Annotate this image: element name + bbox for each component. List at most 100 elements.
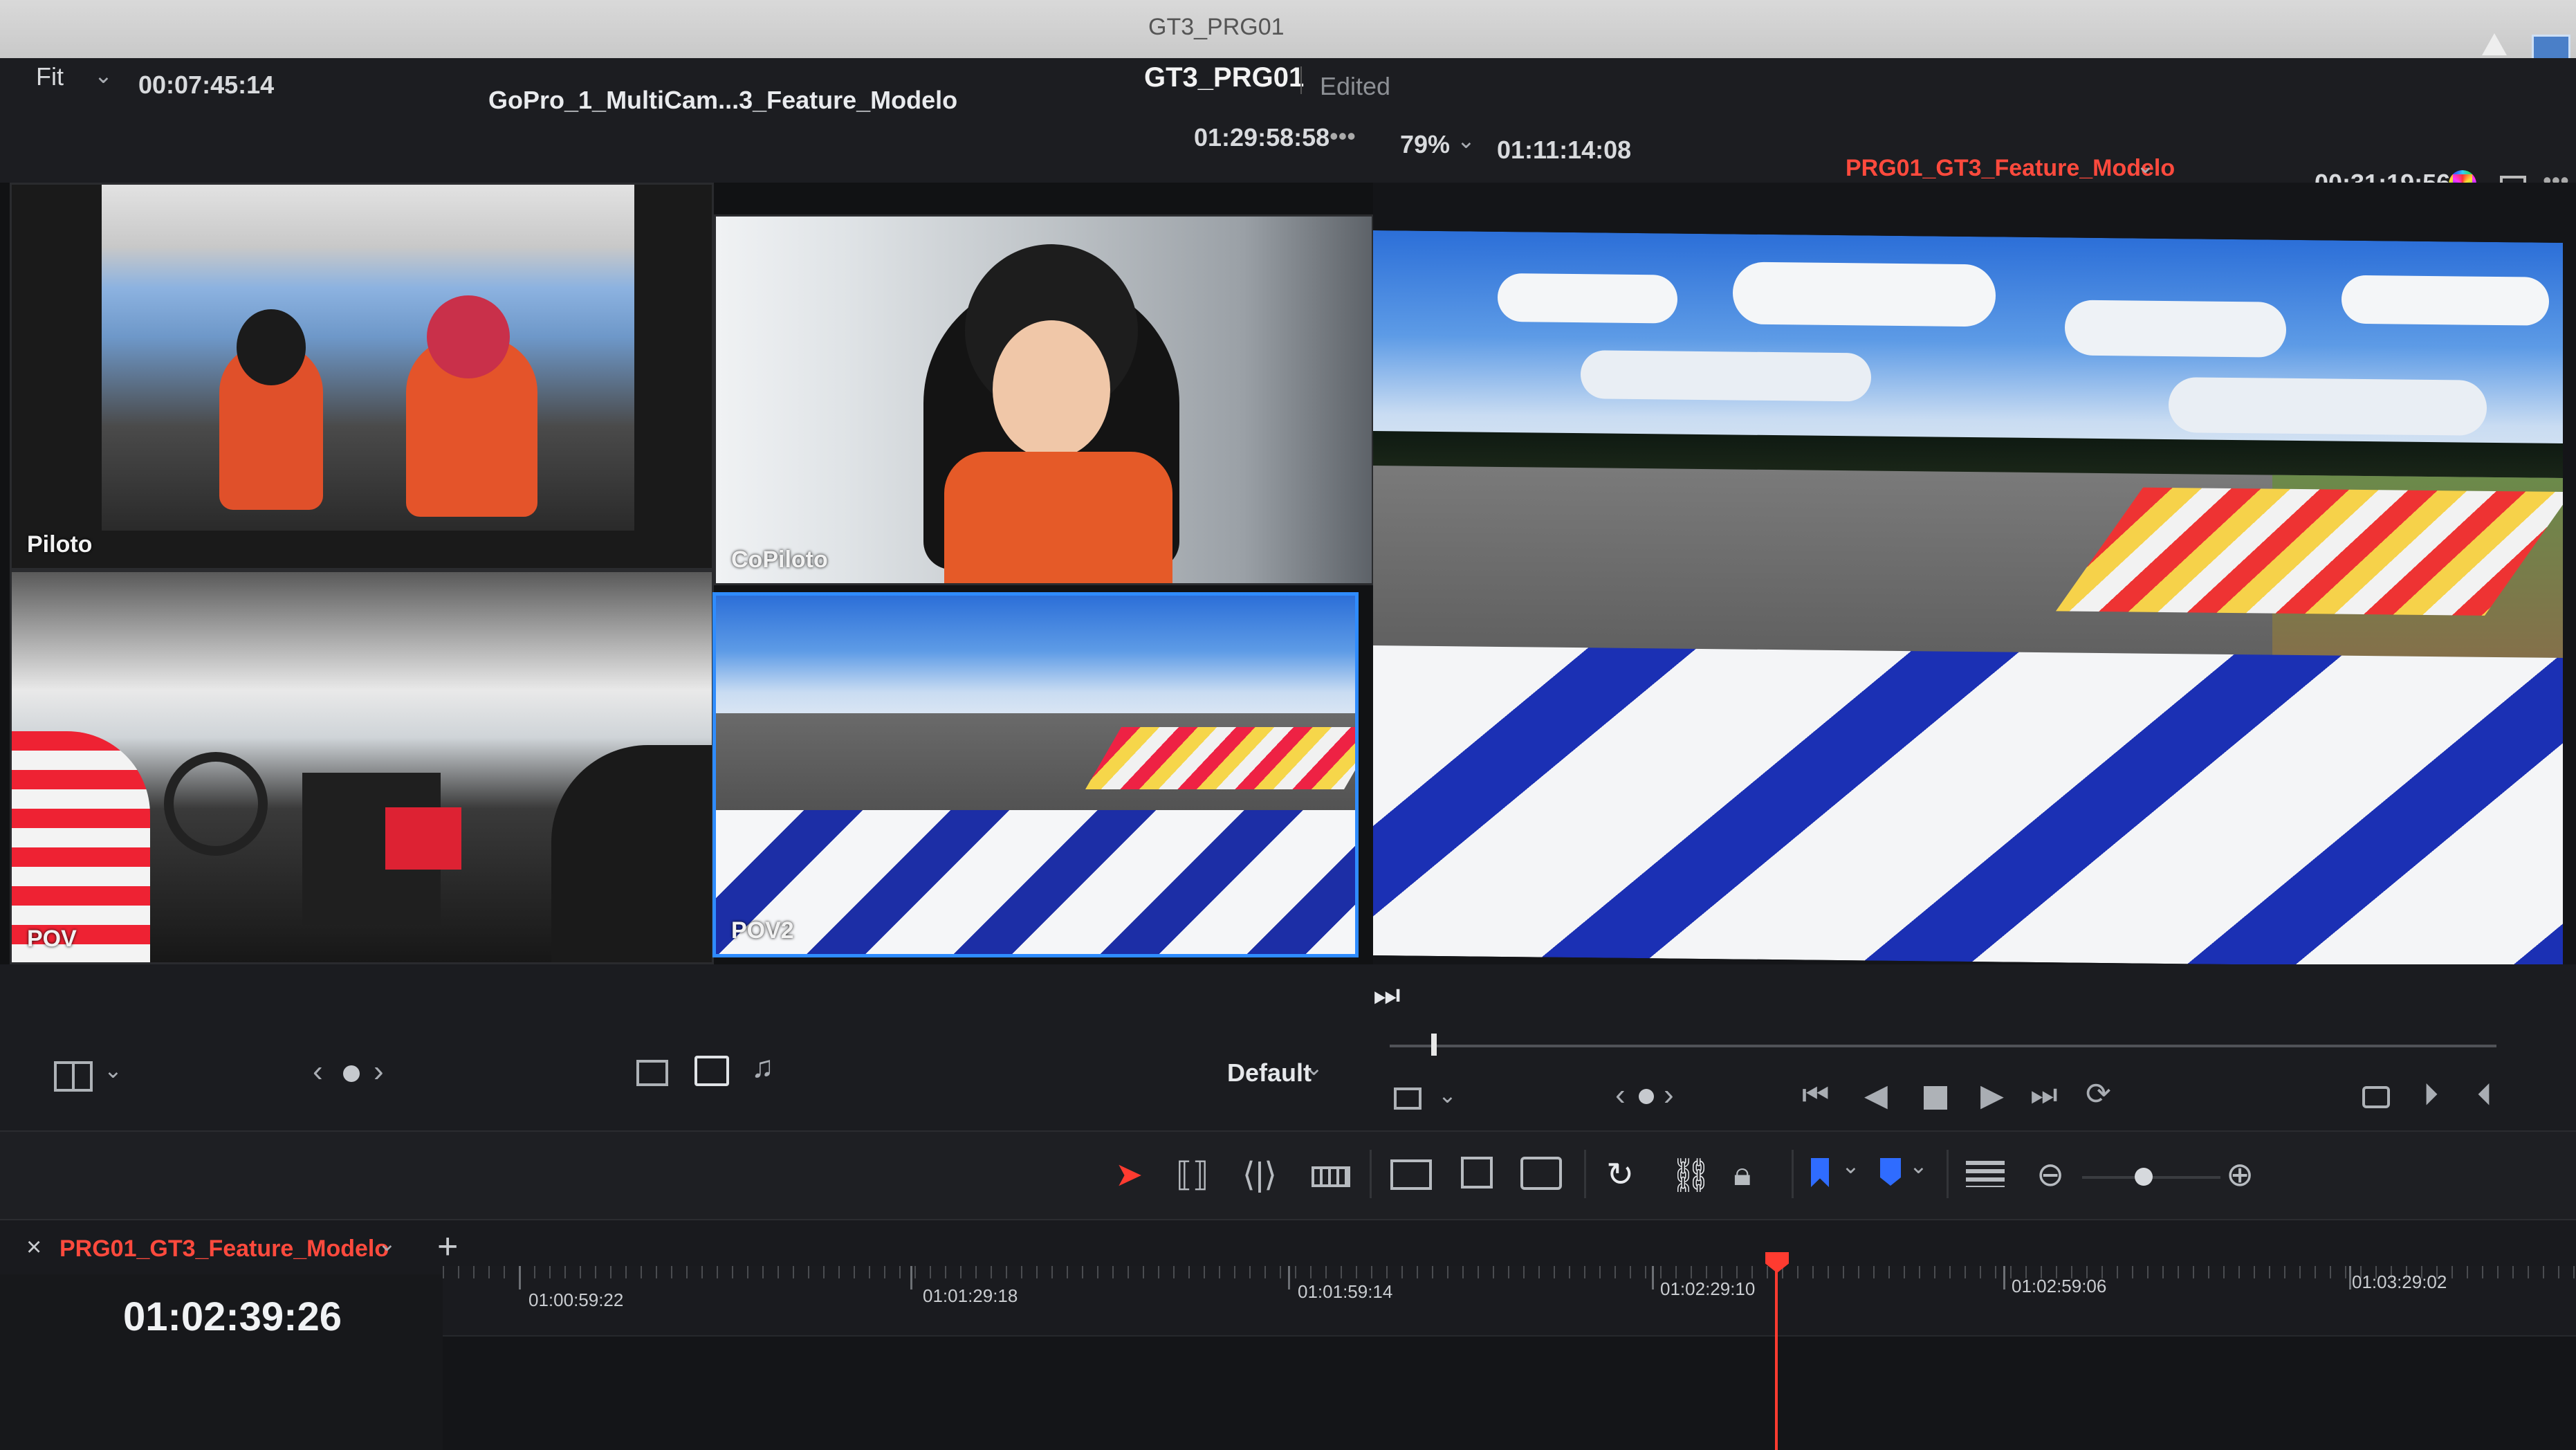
program-timeline-name[interactable]: PRG01_GT3_Feature_Modelo (1846, 155, 2175, 182)
music-icon[interactable]: ♫ (751, 1050, 774, 1085)
snap-icon[interactable]: ↻ (1606, 1155, 1634, 1194)
piloto-car-interior (102, 185, 634, 531)
timeline-tracks[interactable] (443, 1335, 2576, 1450)
timeline-timecode: 01:02:39:26 (123, 1294, 342, 1339)
crop-icon[interactable] (1394, 1088, 1422, 1110)
blade-icon[interactable] (1312, 1166, 1350, 1187)
trim-icon[interactable]: ⟦⟧ (1176, 1155, 1209, 1194)
angle-piloto[interactable]: Piloto (10, 183, 714, 570)
angle-label: POV2 (731, 917, 794, 944)
ruler-major-tick (910, 1266, 912, 1290)
mark-out-icon[interactable]: ⏵ (2423, 1078, 2438, 1112)
warning-icon (2482, 33, 2507, 55)
film-icon[interactable] (636, 1060, 668, 1086)
chevron-down-icon[interactable]: ⌄ (1305, 1054, 1323, 1081)
ruler-major-tick (1652, 1266, 1654, 1290)
ruler-label: 01:02:59:06 (2012, 1276, 2107, 1296)
zoom-out-icon[interactable]: ⊖ (2036, 1155, 2064, 1194)
angle-copiloto[interactable]: CoPiloto (714, 214, 1374, 585)
dynamic-trim-icon[interactable]: ⟨|⟩ (1242, 1155, 1277, 1194)
zoom-in-icon[interactable]: ⊕ (2226, 1155, 2254, 1194)
toolbar-separator (1370, 1150, 1372, 1198)
ruler-major-tick (1288, 1266, 1290, 1290)
timeline-view-icon[interactable] (1966, 1161, 2005, 1187)
jump-end-icon[interactable]: ⏭ (2030, 1078, 2058, 1112)
multicam-transport: ⌄ ‹ › ♫ Default ⌄ (0, 964, 1359, 1130)
mark-in-icon[interactable]: ⏴ (2477, 1078, 2492, 1112)
chevron-down-icon[interactable]: ⌄ (1457, 127, 1475, 154)
title-bar: GT3_PRG01 (0, 0, 2576, 65)
link-icon[interactable]: ⛓ (1670, 1155, 1712, 1195)
ruler-minor-ticks (443, 1266, 2576, 1278)
zoom-left-select[interactable]: Fit (36, 62, 64, 91)
chevron-down-icon[interactable]: ⌄ (1438, 1082, 1457, 1108)
playhead-line (1775, 1270, 1778, 1450)
timeline-timecode-panel: 01:02:39:26 (0, 1274, 443, 1450)
dot-icon[interactable] (343, 1065, 360, 1082)
ruler-major-tick (2349, 1266, 2351, 1290)
program-hood (1373, 645, 2563, 969)
program-timecode: 01:11:14:08 (1497, 136, 1632, 164)
overwrite-icon[interactable] (1461, 1157, 1493, 1189)
next-icon[interactable]: › (374, 1054, 384, 1089)
prev-icon[interactable]: ‹ (313, 1054, 323, 1089)
chevron-down-icon[interactable]: ⌄ (2136, 152, 2155, 178)
layout-icon[interactable] (54, 1061, 93, 1092)
edit-toolbar: ➤ ⟦⟧ ⟨|⟩ ↻ ⛓ 🔒︎ ⌄ ⌄ ⊖ ⊕ (0, 1130, 2576, 1220)
lock-icon[interactable]: 🔒︎ (1733, 1155, 1751, 1194)
preset-select[interactable]: Default (1227, 1058, 1312, 1088)
jump-start-icon[interactable]: ⏮ (1802, 1078, 1830, 1112)
program-transport: ⏭ ⌄ ‹ › ⏮ ◀ ▶ ⏭ ⟳ ⏵ ⏴ (1359, 964, 2576, 1130)
toolbar-separator (1792, 1150, 1794, 1198)
timeline-ruler[interactable]: 01:00:59:22 01:01:29:18 01:01:59:14 01:0… (443, 1266, 2576, 1335)
dot-icon[interactable] (1639, 1089, 1654, 1104)
add-timeline-button[interactable]: + (437, 1226, 458, 1267)
program-viewer (1373, 183, 2576, 969)
chevron-down-icon[interactable]: ⌄ (1841, 1153, 1860, 1179)
scrubber-track[interactable] (1390, 1045, 2496, 1047)
timeline-tab-name[interactable]: PRG01_GT3_Feature_Modelo (59, 1236, 389, 1263)
close-tab-button[interactable]: × (26, 1233, 42, 1263)
toolbar-separator (1584, 1150, 1586, 1198)
chevron-down-icon[interactable]: ⌄ (378, 1230, 396, 1256)
more-options-button[interactable]: ••• (1330, 122, 1356, 151)
track-divider (443, 1335, 2576, 1337)
chevron-down-icon[interactable]: ⌄ (104, 1057, 122, 1083)
chevron-down-icon[interactable]: ⌄ (1909, 1153, 1928, 1179)
insert-icon[interactable] (1390, 1159, 1432, 1190)
angle-pov[interactable]: POV (10, 570, 714, 964)
replace-icon[interactable] (1520, 1157, 1562, 1190)
source-timecode: 01:29:58:58 (1194, 123, 1330, 152)
ruler-major-tick (2003, 1266, 2005, 1290)
marker-icon[interactable] (1880, 1158, 1901, 1186)
source-clip-name[interactable]: GoPro_1_MultiCam...3_Feature_Modelo (488, 86, 957, 115)
stop-icon[interactable] (1924, 1086, 1947, 1110)
flag-icon[interactable] (1811, 1158, 1829, 1187)
scrubber-handle[interactable] (1431, 1034, 1437, 1056)
program-frame[interactable] (1373, 230, 2563, 969)
select-arrow-icon[interactable]: ➤ (1115, 1155, 1143, 1194)
project-title: GT3_PRG01 (1144, 62, 1305, 93)
fullscreen-icon[interactable] (2362, 1086, 2390, 1108)
play-to-end-icon[interactable]: ⏭ (1373, 978, 1401, 1013)
pov2-kerb (1085, 727, 1355, 789)
step-back-icon[interactable]: ◀ (1864, 1078, 1888, 1113)
loop-icon[interactable]: ⟳ (2086, 1076, 2111, 1112)
angle-label: Piloto (27, 531, 93, 558)
prev-icon[interactable]: ‹ (1615, 1078, 1626, 1112)
zoom-slider-handle[interactable] (2135, 1168, 2153, 1186)
window-title: GT3_PRG01 (1148, 14, 1285, 40)
next-icon[interactable]: › (1664, 1078, 1674, 1112)
ruler-label: 01:02:29:10 (1660, 1278, 1756, 1299)
angle-label: POV (27, 926, 77, 952)
chevron-down-icon[interactable]: ⌄ (94, 62, 113, 89)
zoom-right-select[interactable]: 79% (1400, 130, 1450, 159)
video-audio-icon[interactable] (694, 1056, 729, 1086)
ruler-label: 01:01:59:14 (1298, 1281, 1393, 1302)
pov-scene (12, 572, 712, 962)
angle-pov2[interactable]: POV2 (712, 592, 1359, 957)
ruler-label: 01:01:29:18 (923, 1285, 1018, 1306)
multicam-viewer: Piloto CoPiloto POV POV2 (0, 183, 1374, 964)
angle-label: CoPiloto (731, 547, 828, 573)
play-icon[interactable]: ▶ (1980, 1078, 2004, 1113)
